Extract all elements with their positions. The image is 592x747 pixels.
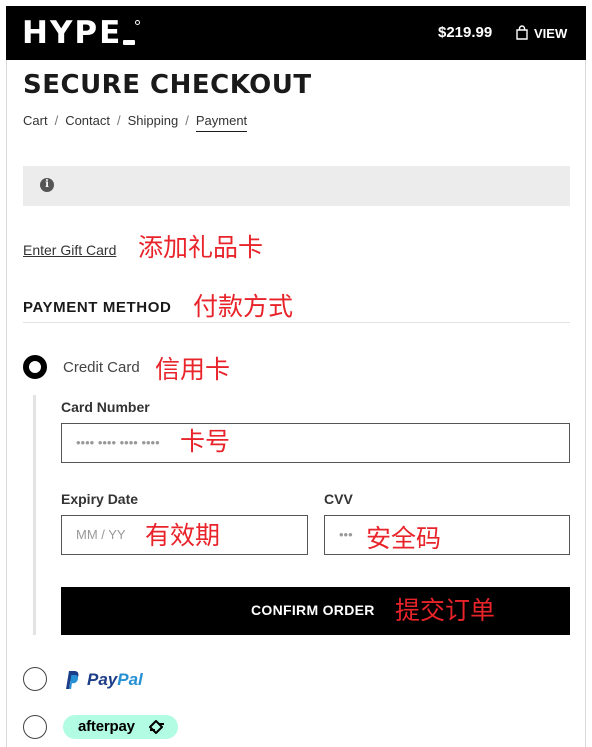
enter-gift-card-link[interactable]: Enter Gift Card	[23, 242, 116, 258]
logo-tag-icon	[123, 40, 135, 45]
breadcrumb-contact[interactable]: Contact	[65, 113, 110, 128]
shopping-bag-icon[interactable]	[516, 25, 528, 40]
annotation-cvv: 安全码	[366, 524, 442, 553]
afterpay-radio[interactable]	[23, 715, 47, 739]
paypal-logo-pal: Pal	[117, 670, 143, 689]
credit-card-section-rule	[33, 395, 36, 635]
view-cart-link[interactable]: VIEW	[534, 26, 567, 41]
afterpay-arrows-icon	[149, 720, 164, 734]
breadcrumb-shipping[interactable]: Shipping	[128, 113, 179, 128]
registered-mark-icon	[135, 20, 140, 25]
section-divider	[23, 322, 570, 323]
paypal-radio[interactable]	[23, 667, 47, 691]
confirm-order-label: CONFIRM ORDER	[251, 602, 375, 618]
credit-card-radio[interactable]	[23, 355, 47, 379]
page-border-right	[585, 60, 586, 747]
page-title: SECURE CHECKOUT	[23, 70, 312, 100]
annotation-credit-card: 信用卡	[155, 355, 231, 384]
breadcrumb-separator: /	[117, 113, 121, 128]
breadcrumb: Cart / Contact / Shipping / Payment	[23, 113, 248, 132]
breadcrumb-payment: Payment	[195, 113, 248, 132]
credit-card-label[interactable]: Credit Card	[63, 359, 140, 376]
breadcrumb-separator: /	[185, 113, 189, 128]
annotation-expiry: 有效期	[145, 521, 221, 550]
cvv-label: CVV	[324, 491, 353, 507]
card-number-input[interactable]: •••• •••• •••• ••••	[61, 423, 570, 463]
annotation-card-number: 卡号	[180, 427, 231, 456]
annotation-confirm: 提交订单	[395, 596, 496, 625]
annotation-payment-method: 付款方式	[193, 292, 294, 321]
breadcrumb-cart[interactable]: Cart	[23, 113, 48, 128]
expiry-date-label: Expiry Date	[61, 491, 139, 507]
hype-logo[interactable]: HYPE	[22, 17, 122, 49]
cvv-input[interactable]: •••	[324, 515, 570, 555]
info-notice-bar: i	[23, 166, 570, 206]
breadcrumb-separator: /	[54, 113, 59, 128]
paypal-p-icon	[66, 671, 79, 689]
paypal-logo-pay: Pay	[87, 670, 118, 689]
afterpay-logo-text: afterpay	[78, 718, 135, 735]
page-border-left	[6, 60, 7, 747]
site-header: HYPE $219.99 VIEW	[6, 6, 586, 60]
annotation-gift-card: 添加礼品卡	[138, 233, 264, 262]
card-number-label: Card Number	[61, 399, 150, 415]
cart-total: $219.99	[438, 24, 493, 41]
afterpay-logo[interactable]: afterpay	[63, 715, 178, 739]
info-icon: i	[40, 178, 54, 192]
payment-method-heading: PAYMENT METHOD	[23, 299, 172, 316]
